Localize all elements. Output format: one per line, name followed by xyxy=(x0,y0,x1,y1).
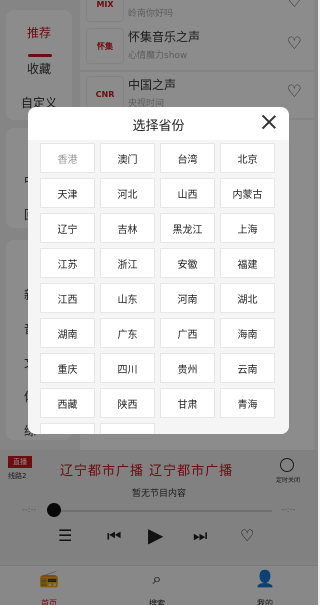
province-dialog: 选择省份 香港 澳门 台湾 北京天津 河北 山西 内蒙古辽宁 吉林 黑龙江 上海江苏 浙江 安徽 福建江… xyxy=(28,107,289,434)
province-option[interactable]: 四川 xyxy=(100,353,155,383)
province-option[interactable]: 上海 xyxy=(220,213,275,243)
dialog-title: 选择省份 xyxy=(132,119,185,134)
province-option[interactable]: 广西 xyxy=(160,318,215,348)
province-option[interactable]: 海南 xyxy=(220,318,275,348)
province-option[interactable]: 江苏 xyxy=(40,248,95,278)
province-option[interactable]: 黑龙江 xyxy=(160,213,215,243)
close-icon[interactable] xyxy=(260,113,278,131)
province-option[interactable]: 甘肃 xyxy=(160,388,215,418)
province-option[interactable]: 辽宁 xyxy=(40,213,95,243)
province-option[interactable]: 山东 xyxy=(100,283,155,313)
province-option[interactable]: 宁夏 xyxy=(40,423,95,434)
province-option[interactable]: 北京 xyxy=(220,143,275,173)
province-scroll-area[interactable]: 香港 澳门 台湾 北京天津 河北 山西 内蒙古辽宁 吉林 黑龙江 上海江苏 浙江 安徽 福建江西 山东 河南… xyxy=(28,140,289,434)
province-option[interactable]: 西藏 xyxy=(40,388,95,418)
province-option[interactable]: 江西 xyxy=(40,283,95,313)
province-option[interactable]: 贵州 xyxy=(160,353,215,383)
province-option[interactable]: 重庆 xyxy=(40,353,95,383)
province-option[interactable]: 青海 xyxy=(220,388,275,418)
province-option[interactable]: 新疆 xyxy=(100,423,155,434)
province-option[interactable]: 陕西 xyxy=(100,388,155,418)
province-option[interactable]: 河南 xyxy=(160,283,215,313)
province-option[interactable]: 安徽 xyxy=(160,248,215,278)
province-option[interactable]: 澳门 xyxy=(100,143,155,173)
province-option[interactable]: 香港 xyxy=(40,143,95,173)
province-option[interactable]: 台湾 xyxy=(160,143,215,173)
province-option[interactable]: 湖北 xyxy=(220,283,275,313)
province-option[interactable]: 山西 xyxy=(160,178,215,208)
province-option[interactable]: 天津 xyxy=(40,178,95,208)
province-option[interactable]: 河北 xyxy=(100,178,155,208)
province-option[interactable]: 吉林 xyxy=(100,213,155,243)
province-option[interactable]: 云南 xyxy=(220,353,275,383)
province-option[interactable]: 内蒙古 xyxy=(220,178,275,208)
province-grid: 香港 澳门 台湾 北京天津 河北 山西 内蒙古辽宁 吉林 黑龙江 上海江苏 浙江 安徽 福建江西 山东 河南… xyxy=(40,143,275,434)
province-option[interactable]: 湖南 xyxy=(40,318,95,348)
province-option[interactable]: 广东 xyxy=(100,318,155,348)
province-option[interactable]: 福建 xyxy=(220,248,275,278)
province-option[interactable]: 浙江 xyxy=(100,248,155,278)
